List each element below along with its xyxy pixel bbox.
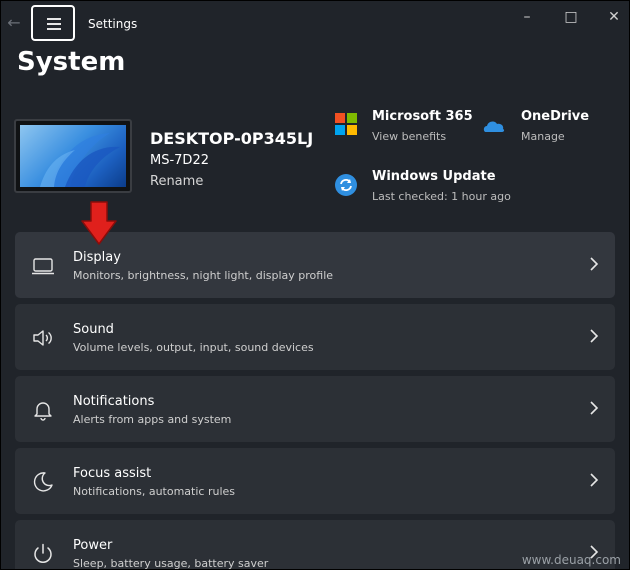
onedrive-icon (483, 121, 505, 132)
monitor-icon (32, 258, 54, 275)
chevron-right-icon (590, 401, 599, 415)
chevron-right-icon (590, 329, 599, 343)
settings-item-subtitle: Monitors, brightness, night light, displ… (73, 269, 334, 282)
red-down-arrow-icon (81, 201, 117, 245)
hamburger-line (47, 18, 61, 20)
rename-link[interactable]: Rename (150, 174, 203, 189)
settings-item-title: Notifications (73, 394, 155, 409)
settings-item-subtitle: Volume levels, output, input, sound devi… (73, 341, 314, 354)
hamburger-line (47, 28, 61, 30)
page-title: System (17, 47, 126, 77)
quick-link-microsoft-365[interactable]: Microsoft 365 (372, 109, 473, 124)
power-icon (34, 543, 52, 563)
chevron-right-icon (590, 257, 599, 271)
device-model: MS-7D22 (150, 153, 209, 168)
menu-button[interactable] (31, 5, 75, 41)
microsoft-365-icon (335, 113, 357, 135)
settings-item-notifications[interactable]: Notifications Alerts from apps and syste… (15, 376, 615, 442)
settings-item-focus-assist[interactable]: Focus assist Notifications, automatic ru… (15, 448, 615, 514)
wallpaper-image (20, 125, 126, 187)
windows-update-icon (335, 174, 357, 196)
minimize-button[interactable]: – (512, 7, 542, 27)
settings-item-title: Power (73, 538, 113, 553)
desktop-wallpaper-thumbnail (14, 119, 132, 193)
settings-item-title: Focus assist (73, 466, 152, 481)
device-name: DESKTOP-0P345LJ (150, 129, 314, 148)
settings-window: ← Settings – □ ✕ System DESKTOP-0P345LJ … (0, 0, 630, 570)
settings-item-subtitle: Alerts from apps and system (73, 413, 232, 426)
quick-link-onedrive-subtitle[interactable]: Manage (521, 130, 565, 143)
bell-icon (34, 402, 52, 421)
quick-link-windows-update[interactable]: Windows Update (372, 169, 496, 184)
quick-link-onedrive[interactable]: OneDrive (521, 109, 589, 124)
settings-item-title: Display (73, 250, 121, 265)
settings-item-title: Sound (73, 322, 114, 337)
settings-item-sound[interactable]: Sound Volume levels, output, input, soun… (15, 304, 615, 370)
close-button[interactable]: ✕ (599, 7, 629, 27)
speaker-icon (33, 330, 52, 346)
quick-link-microsoft-365-subtitle[interactable]: View benefits (372, 130, 446, 143)
hamburger-line (47, 23, 61, 25)
chevron-right-icon (590, 473, 599, 487)
watermark: www.deuaq.com (521, 553, 621, 567)
moon-icon (33, 472, 53, 492)
title-bar: ← Settings – □ ✕ (1, 1, 629, 45)
quick-link-windows-update-subtitle[interactable]: Last checked: 1 hour ago (372, 190, 511, 203)
settings-item-subtitle: Sleep, battery usage, battery saver (73, 557, 269, 570)
back-arrow-icon[interactable]: ← (5, 13, 23, 33)
app-title: Settings (88, 17, 138, 31)
bloom-graphic (40, 133, 120, 187)
maximize-button[interactable]: □ (556, 7, 586, 27)
settings-item-subtitle: Notifications, automatic rules (73, 485, 236, 498)
